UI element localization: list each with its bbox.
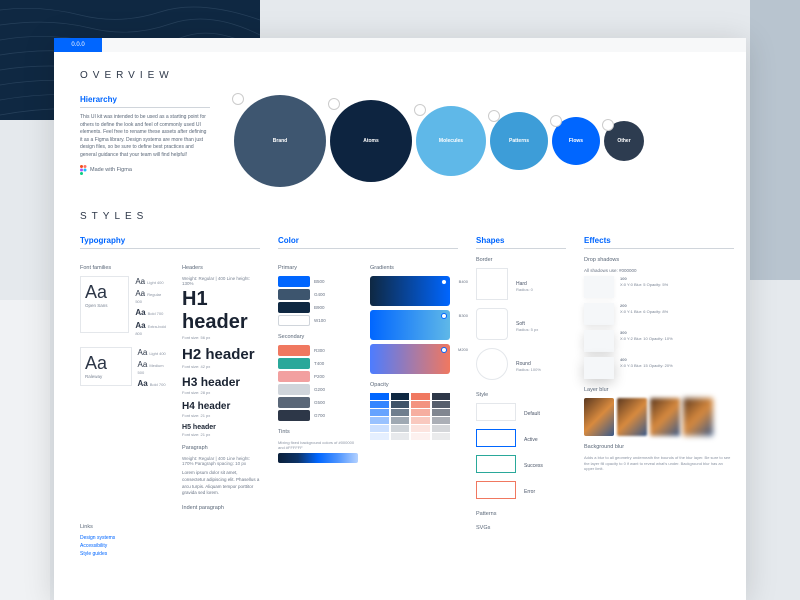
hierarchy-circles: BrandAtomsMoleculesPatternsFlowsOther [234, 95, 720, 187]
border-sample: RoundRadius: 100% [476, 348, 566, 384]
overview-title: OVERVIEW [80, 70, 720, 81]
hierarchy-circle-atoms[interactable]: Atoms [330, 100, 412, 182]
color-swatch: G200 [278, 384, 358, 395]
link[interactable]: Design systems [80, 535, 260, 541]
links-label: Links [80, 524, 260, 530]
color-swatch: B900 [278, 302, 358, 313]
style-sample: Error [476, 481, 566, 503]
link[interactable]: Style guides [80, 551, 260, 557]
gradient-swatch: M200 [370, 344, 450, 374]
color-swatch: B500 [278, 276, 358, 287]
font-family-box: AaRaleway [80, 347, 132, 386]
hierarchy-circle-brand[interactable]: Brand [234, 95, 326, 187]
h3-sample: H3 header [182, 375, 260, 389]
h1-sample: H1 header [182, 288, 260, 334]
shadow-sample: 300X:0 Y:2 Blur: 10 Opacity: 10% [584, 330, 734, 352]
shadow-sample: 100X:0 Y:0 Blur: 5 Opacity: 5% [584, 276, 734, 298]
color-swatch: G700 [278, 410, 358, 421]
color-swatch: T400 [278, 358, 358, 369]
bg-panel-right [750, 0, 800, 280]
made-with-figma: Made with Figma [80, 165, 210, 175]
hierarchy-title: Hierarchy [80, 95, 210, 108]
color-swatch: W100 [278, 315, 358, 326]
headers-label: Headers [182, 265, 260, 271]
style-sample: Active [476, 429, 566, 451]
h4-sample: H4 header [182, 401, 260, 412]
styles-title: STYLES [80, 211, 720, 222]
color-swatch: G400 [278, 289, 358, 300]
hierarchy-circle-flows[interactable]: Flows [552, 117, 600, 165]
bg-panel-left [0, 300, 50, 600]
border-sample: HardRadius: 0 [476, 268, 566, 304]
h5-sample: H5 header [182, 424, 260, 431]
style-sample: Success [476, 455, 566, 477]
link[interactable]: Accessibility [80, 543, 260, 549]
hierarchy-circle-other[interactable]: Other [604, 121, 644, 161]
layer-blur-samples [584, 398, 734, 436]
color-swatch: G500 [278, 397, 358, 408]
document-page: 0.0.0 OVERVIEW Hierarchy This UI kit was… [54, 38, 746, 600]
shadow-sample: 400X:0 Y:3 Blur: 15 Opacity: 20% [584, 357, 734, 379]
color-swatch: R300 [278, 345, 358, 356]
style-sample: Default [476, 403, 566, 425]
font-families-label: Font families [80, 265, 168, 271]
h2-sample: H2 header [182, 346, 260, 363]
gradient-swatch: B400 [370, 276, 450, 306]
figma-icon [80, 165, 87, 175]
hierarchy-circle-molecules[interactable]: Molecules [416, 106, 486, 176]
shadow-sample: 200X:0 Y:1 Blur: 6 Opacity: 8% [584, 303, 734, 325]
shapes-title: Shapes [476, 236, 566, 249]
font-family-box: AaOpen Sans [80, 276, 129, 333]
gradient-swatch: B300 [370, 310, 450, 340]
hierarchy-circle-patterns[interactable]: Patterns [490, 112, 548, 170]
opacity-grid [370, 393, 450, 441]
effects-title: Effects [584, 236, 734, 249]
color-swatch: P200 [278, 371, 358, 382]
typography-title: Typography [80, 236, 260, 249]
hierarchy-desc: This UI kit was intended to be used as a… [80, 114, 210, 159]
paragraph-sample: Lorem ipsum dolor sit amet, consectetur … [182, 470, 260, 497]
version-badge: 0.0.0 [54, 38, 102, 52]
color-title: Color [278, 236, 458, 249]
border-sample: SoftRadius: 5 px [476, 308, 566, 344]
font-families: AaOpen SansAaLight 400AaRegular 500AaBol… [80, 276, 168, 392]
tints-bar [278, 453, 358, 463]
header-meta: Weight: Regular | 400 Line height: 130% [182, 276, 260, 286]
topbar: 0.0.0 [54, 38, 746, 52]
